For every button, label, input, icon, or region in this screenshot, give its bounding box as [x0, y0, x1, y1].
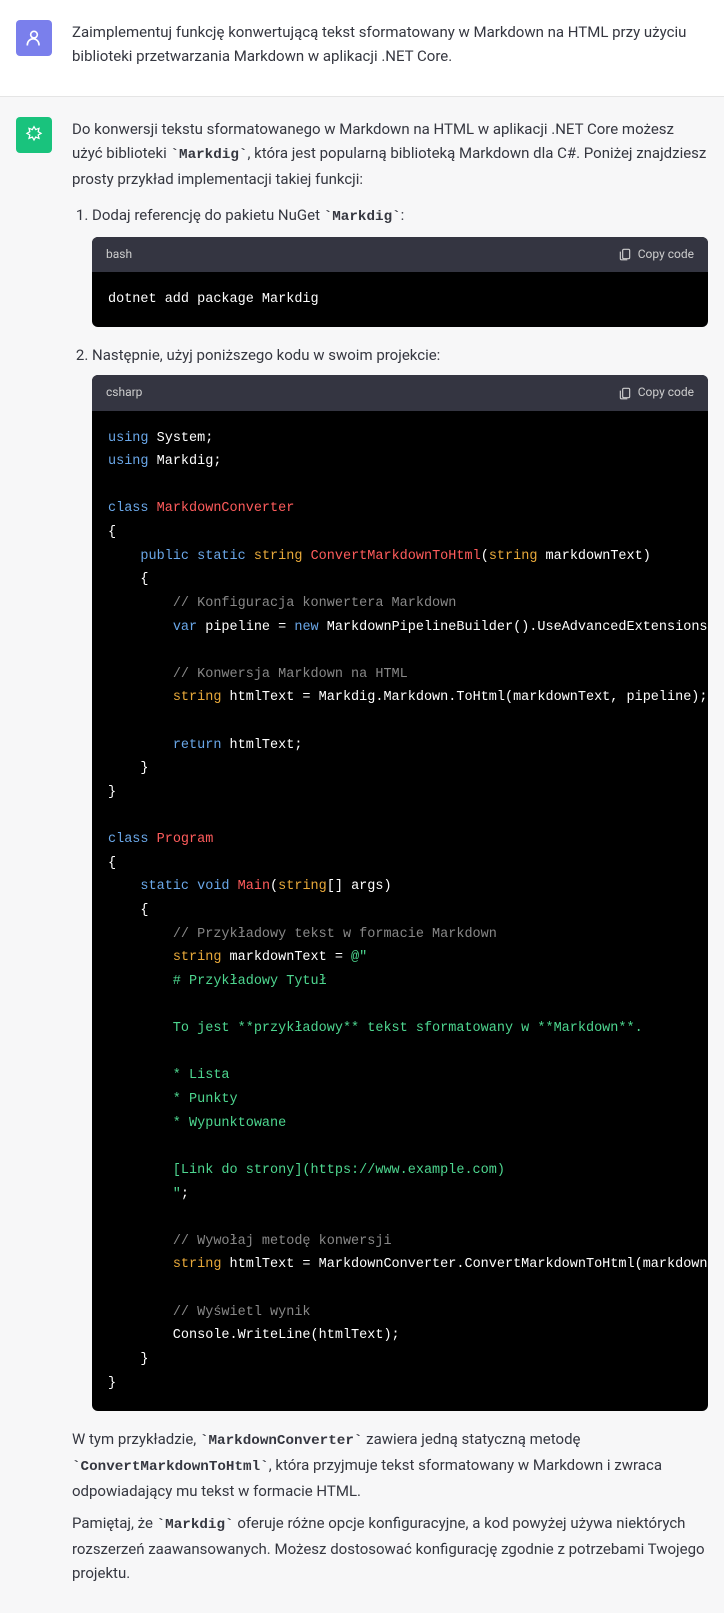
- copy-code-button[interactable]: Copy code: [618, 245, 694, 264]
- user-message: Zaimplementuj funkcję konwertującą tekst…: [0, 0, 724, 97]
- step-1: Dodaj referencję do pakietu NuGet `Markd…: [92, 203, 708, 328]
- code-lang-label-2: csharp: [106, 383, 142, 402]
- code-header: bash Copy code: [92, 237, 708, 272]
- code-lang-label: bash: [106, 245, 132, 264]
- inline-code-convert: `ConvertMarkdownToHtml`: [72, 1459, 269, 1475]
- assistant-avatar: [16, 117, 52, 153]
- code-body-csharp[interactable]: using System; using Markdig; class Markd…: [92, 411, 708, 1412]
- inline-code-mc: `MarkdownConverter`: [200, 1433, 362, 1449]
- clipboard-icon: [618, 247, 632, 261]
- code-body-bash[interactable]: dotnet add package Markdig: [92, 272, 708, 328]
- assistant-message: Do konwersji tekstu sformatowanego w Mar…: [0, 97, 724, 1613]
- outro-paragraph-2: Pamiętaj, że `Markdig` oferuje różne opc…: [72, 1511, 708, 1585]
- code-header-2: csharp Copy code: [92, 375, 708, 410]
- intro-paragraph: Do konwersji tekstu sformatowanego w Mar…: [72, 117, 708, 191]
- code-block-csharp: csharp Copy code using System; using Mar…: [92, 375, 708, 1411]
- user-avatar: [16, 20, 52, 56]
- outro-paragraph-1: W tym przykładzie, `MarkdownConverter` z…: [72, 1427, 708, 1503]
- steps-list: Dodaj referencję do pakietu NuGet `Markd…: [72, 203, 708, 1411]
- openai-icon: [24, 125, 44, 145]
- user-text: Zaimplementuj funkcję konwertującą tekst…: [72, 20, 708, 68]
- inline-code-markdig-2: `Markdig`: [324, 209, 401, 225]
- person-icon: [24, 28, 44, 48]
- inline-code-markdig: `Markdig`: [170, 147, 247, 163]
- step-2: Następnie, użyj poniższego kodu w swoim …: [92, 343, 708, 1411]
- assistant-content: Do konwersji tekstu sformatowanego w Mar…: [72, 117, 708, 1593]
- user-content: Zaimplementuj funkcję konwertującą tekst…: [72, 20, 708, 76]
- inline-code-markdig-3: `Markdig`: [157, 1517, 234, 1533]
- copy-code-button-2[interactable]: Copy code: [618, 383, 694, 402]
- clipboard-icon: [618, 386, 632, 400]
- code-block-bash: bash Copy code dotnet add package Markdi…: [92, 237, 708, 328]
